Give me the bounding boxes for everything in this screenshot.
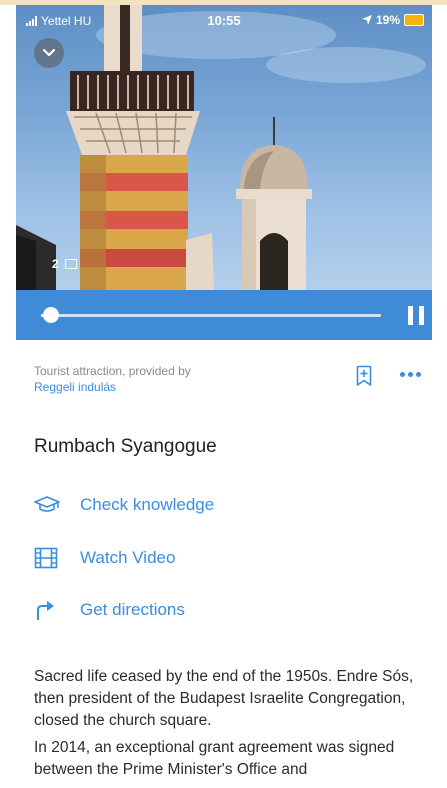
audio-player	[16, 290, 432, 340]
status-right: 19%	[361, 13, 424, 27]
collapse-button[interactable]	[34, 38, 64, 68]
progress-track[interactable]	[41, 314, 381, 317]
photo-icon	[64, 259, 77, 269]
battery-percent: 19%	[375, 13, 400, 27]
provider-link[interactable]: Reggeli indulás	[34, 380, 116, 394]
pause-icon	[408, 306, 413, 325]
photo-count-value: 2	[52, 257, 59, 271]
get-directions-button[interactable]: Get directions	[34, 599, 185, 621]
graduation-cap-icon	[34, 495, 64, 515]
photo-count[interactable]: 2	[52, 257, 77, 271]
attraction-title: Rumbach Syangogue	[34, 436, 217, 457]
pause-button[interactable]	[408, 306, 424, 325]
chevron-down-icon	[42, 48, 56, 57]
description-paragraph: Sacred life ceased by the end of the 195…	[34, 668, 414, 729]
get-directions-label: Get directions	[80, 600, 185, 619]
film-icon	[34, 547, 64, 569]
check-knowledge-label: Check knowledge	[80, 495, 215, 514]
turn-right-arrow-icon	[34, 599, 64, 621]
status-bar: Yettel HU 10:55 19%	[16, 5, 432, 33]
watch-video-label: Watch Video	[80, 548, 176, 567]
more-dots-icon	[400, 372, 405, 377]
category-text: Tourist attraction, provided by	[34, 364, 191, 378]
bookmark-add-icon[interactable]	[356, 365, 372, 387]
hero-image[interactable]: Yettel HU 10:55 19% 2	[16, 5, 432, 290]
progress-thumb[interactable]	[43, 307, 60, 323]
check-knowledge-button[interactable]: Check knowledge	[34, 495, 214, 515]
more-options-button[interactable]	[400, 372, 421, 377]
description-paragraph: In 2014, an exceptional grant agreement …	[34, 739, 395, 778]
watch-video-button[interactable]: Watch Video	[34, 547, 175, 569]
battery-icon	[404, 14, 424, 26]
location-arrow-icon	[361, 15, 372, 25]
synagogue-towers-illustration	[16, 5, 426, 290]
